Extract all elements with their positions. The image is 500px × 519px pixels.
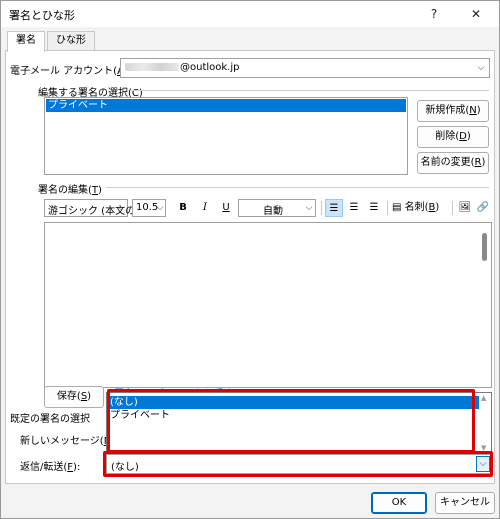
toolbar-separator [321,201,322,215]
email-account-combo[interactable]: @outlook.jp ⌵ [120,58,490,78]
formatting-toolbar: 游ゴシック (本文の ⌵ 10.5 ⌵ B I U 自動 ⌵ ☰ ☰ ☰ ▤ 名… [44,199,492,219]
toolbar-separator [387,201,388,215]
new-message-dropdown-list[interactable]: (なし) プライベート ▲ ▼ [106,392,492,454]
scroll-up-icon[interactable]: ▲ [481,394,486,402]
align-center-icon[interactable]: ☰ [345,199,363,217]
window-title: 署名とひな形 [9,9,75,22]
default-signature-label: 既定の署名の選択 [10,414,90,425]
ok-button[interactable]: OK [371,492,427,514]
chevron-down-icon: ⌵ [156,203,164,213]
title-bar: 署名とひな形 ? ✕ [1,1,499,27]
list-item[interactable]: プライベート [108,409,490,422]
tab-strip: 署名 ひな形 [1,31,499,52]
redacted-email [125,63,179,71]
font-size-combo[interactable]: 10.5 ⌵ [132,199,166,217]
scroll-down-icon[interactable]: ▼ [481,444,486,452]
cancel-button[interactable]: キャンセル [435,492,495,514]
toolbar-separator [452,201,453,215]
reply-forward-label: 返信/転送(F): [20,462,81,473]
font-color-combo[interactable]: 自動 ⌵ [238,199,316,217]
insert-hyperlink-icon[interactable]: 🔗 [474,199,492,217]
font-name-combo[interactable]: 游ゴシック (本文の ⌵ [44,199,135,217]
new-signature-button[interactable]: 新規作成(N) [417,100,489,122]
chevron-down-icon: ⌵ [477,63,485,73]
underline-button[interactable]: U [217,199,235,217]
list-item[interactable]: プライベート [46,99,406,112]
align-left-icon[interactable]: ☰ [325,199,343,217]
business-card-button[interactable]: ▤ 名刺(B) [392,200,439,218]
help-button[interactable]: ? [419,4,449,24]
bold-button[interactable]: B [174,199,192,217]
new-message-label: 新しいメッセージ(M): [20,436,120,447]
email-account-label: 電子メール アカウント(A): [10,66,131,77]
rename-signature-button[interactable]: 名前の変更(R) [417,152,489,174]
email-account-value: @outlook.jp [125,62,240,73]
chevron-down-icon: ⌵ [305,203,313,213]
italic-button[interactable]: I [196,199,214,217]
save-button[interactable]: 保存(S) [44,386,104,408]
signature-listbox[interactable]: プライベート [44,97,408,175]
business-card-icon: ▤ [392,202,402,213]
dropdown-scrollbar[interactable]: ▲ ▼ [479,393,491,453]
delete-signature-button[interactable]: 削除(D) [417,126,489,148]
chevron-down-icon: ⌵ [117,203,125,213]
insert-picture-icon[interactable]: 🖼 [456,199,474,217]
editor-scrollbar[interactable] [479,223,491,387]
scrollbar-thumb[interactable] [482,233,487,261]
group-divider [106,187,489,188]
group-divider [131,90,489,91]
signature-dialog: 署名とひな形 ? ✕ 署名 ひな形 電子メール アカウント(A): @outlo… [0,0,500,519]
signature-editor[interactable] [44,222,492,388]
tab-signature[interactable]: 署名 [7,31,45,52]
signature-tab-panel: 電子メール アカウント(A): @outlook.jp ⌵ 編集する署名の選択(… [5,50,495,484]
edit-signature-label: 署名の編集(T) [38,185,102,196]
tab-stationery[interactable]: ひな形 [47,31,95,51]
reply-forward-combo[interactable]: (なし) ⌵ [106,454,492,474]
get-templates-link[interactable]: 署名テンプレートを入手する [114,385,264,391]
close-button[interactable]: ✕ [461,4,491,24]
chevron-down-icon[interactable]: ⌵ [476,456,490,472]
align-right-icon[interactable]: ☰ [365,199,383,217]
list-item[interactable]: (なし) [108,396,490,409]
